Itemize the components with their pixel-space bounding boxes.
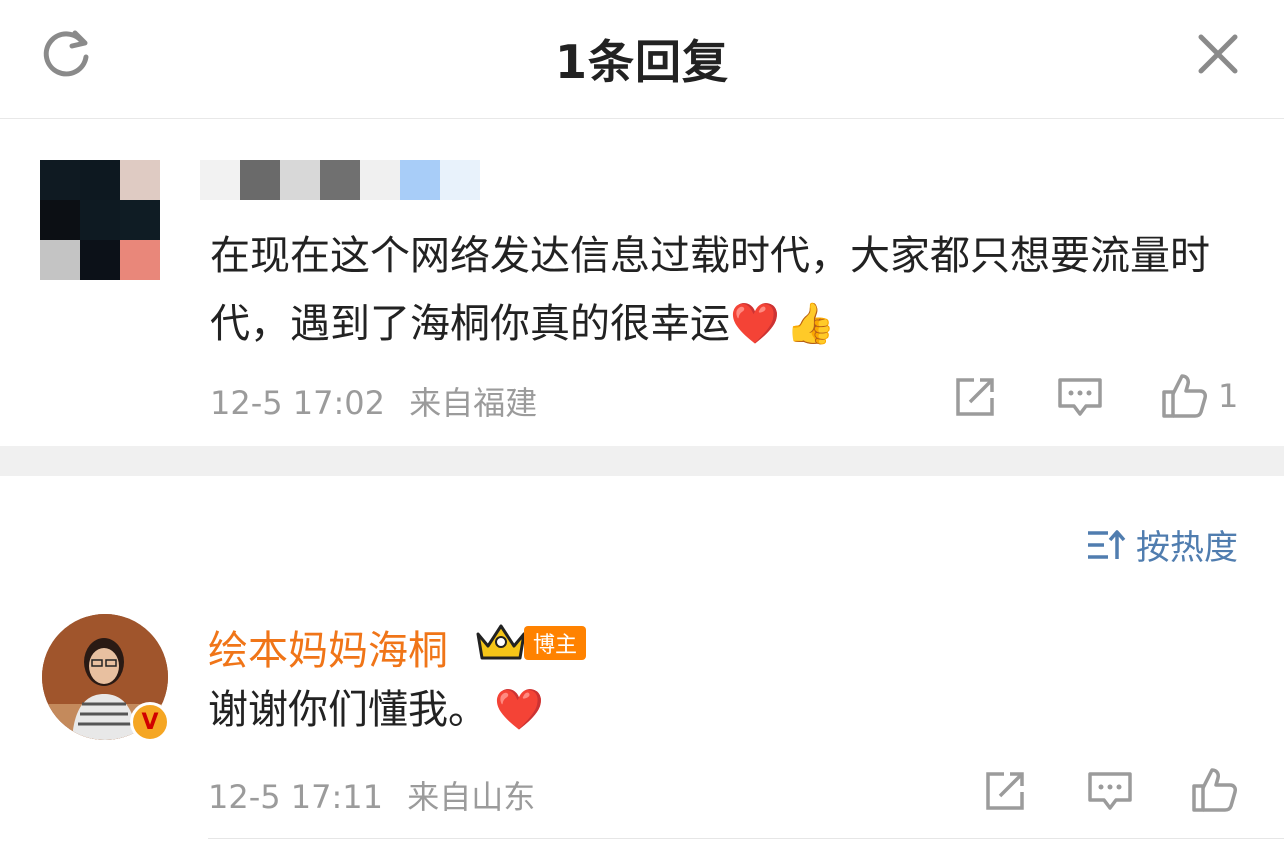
- reply-location: 来自山东: [407, 778, 536, 816]
- share-icon: [986, 772, 1024, 810]
- heart-emoji: ❤️: [494, 687, 544, 733]
- heart-emoji: ❤️: [730, 301, 780, 347]
- sort-by-hot-button[interactable]: 按热度: [1086, 520, 1238, 569]
- reply-meta: 12-5 17:11 来自山东: [208, 772, 535, 818]
- thumbs-up-emoji: 👍: [785, 301, 836, 347]
- close-icon[interactable]: [1188, 24, 1248, 84]
- like-button[interactable]: 1: [1160, 372, 1238, 420]
- reply-time: 12-5 17:11: [208, 778, 384, 816]
- commenter-avatar[interactable]: [40, 160, 160, 280]
- comment-meta: 12-5 17:02 来自福建: [210, 378, 537, 424]
- share-icon: [956, 378, 994, 416]
- reply-comment-button[interactable]: [1086, 768, 1134, 814]
- section-divider: [0, 446, 1284, 476]
- comment-button[interactable]: [1056, 374, 1104, 420]
- comment-location: 来自福建: [409, 384, 538, 422]
- comment-icon: [1088, 772, 1132, 810]
- reply-like-button[interactable]: [1190, 766, 1238, 814]
- thumbs-up-icon: [1192, 768, 1237, 812]
- verified-badge-icon: V: [130, 702, 170, 742]
- crown-icon: [474, 620, 528, 664]
- thumbs-up-icon: [1162, 374, 1207, 418]
- comment-time: 12-5 17:02: [210, 384, 386, 422]
- reply-text: 谢谢你们懂我。 ❤️: [208, 687, 544, 733]
- page-title: 1条回复: [554, 35, 729, 89]
- sort-label: 按热度: [1136, 528, 1238, 568]
- share-button[interactable]: [952, 374, 998, 420]
- divider: [208, 838, 1284, 839]
- reply-share-button[interactable]: [982, 768, 1028, 814]
- comment-icon: [1058, 378, 1102, 416]
- sort-icon: [1088, 529, 1126, 559]
- comment-text: 在现在这个网络发达信息过载时代，大家都只想要流量时代，遇到了海桐你真的很幸运❤️…: [210, 233, 1210, 347]
- commenter-name-blurred[interactable]: [200, 160, 500, 200]
- reply-author-name[interactable]: 绘本妈妈海桐: [208, 618, 448, 676]
- header-bar: 1条回复: [0, 0, 1284, 119]
- like-count: 1: [1218, 377, 1239, 415]
- blogger-badge: 博主: [524, 626, 586, 660]
